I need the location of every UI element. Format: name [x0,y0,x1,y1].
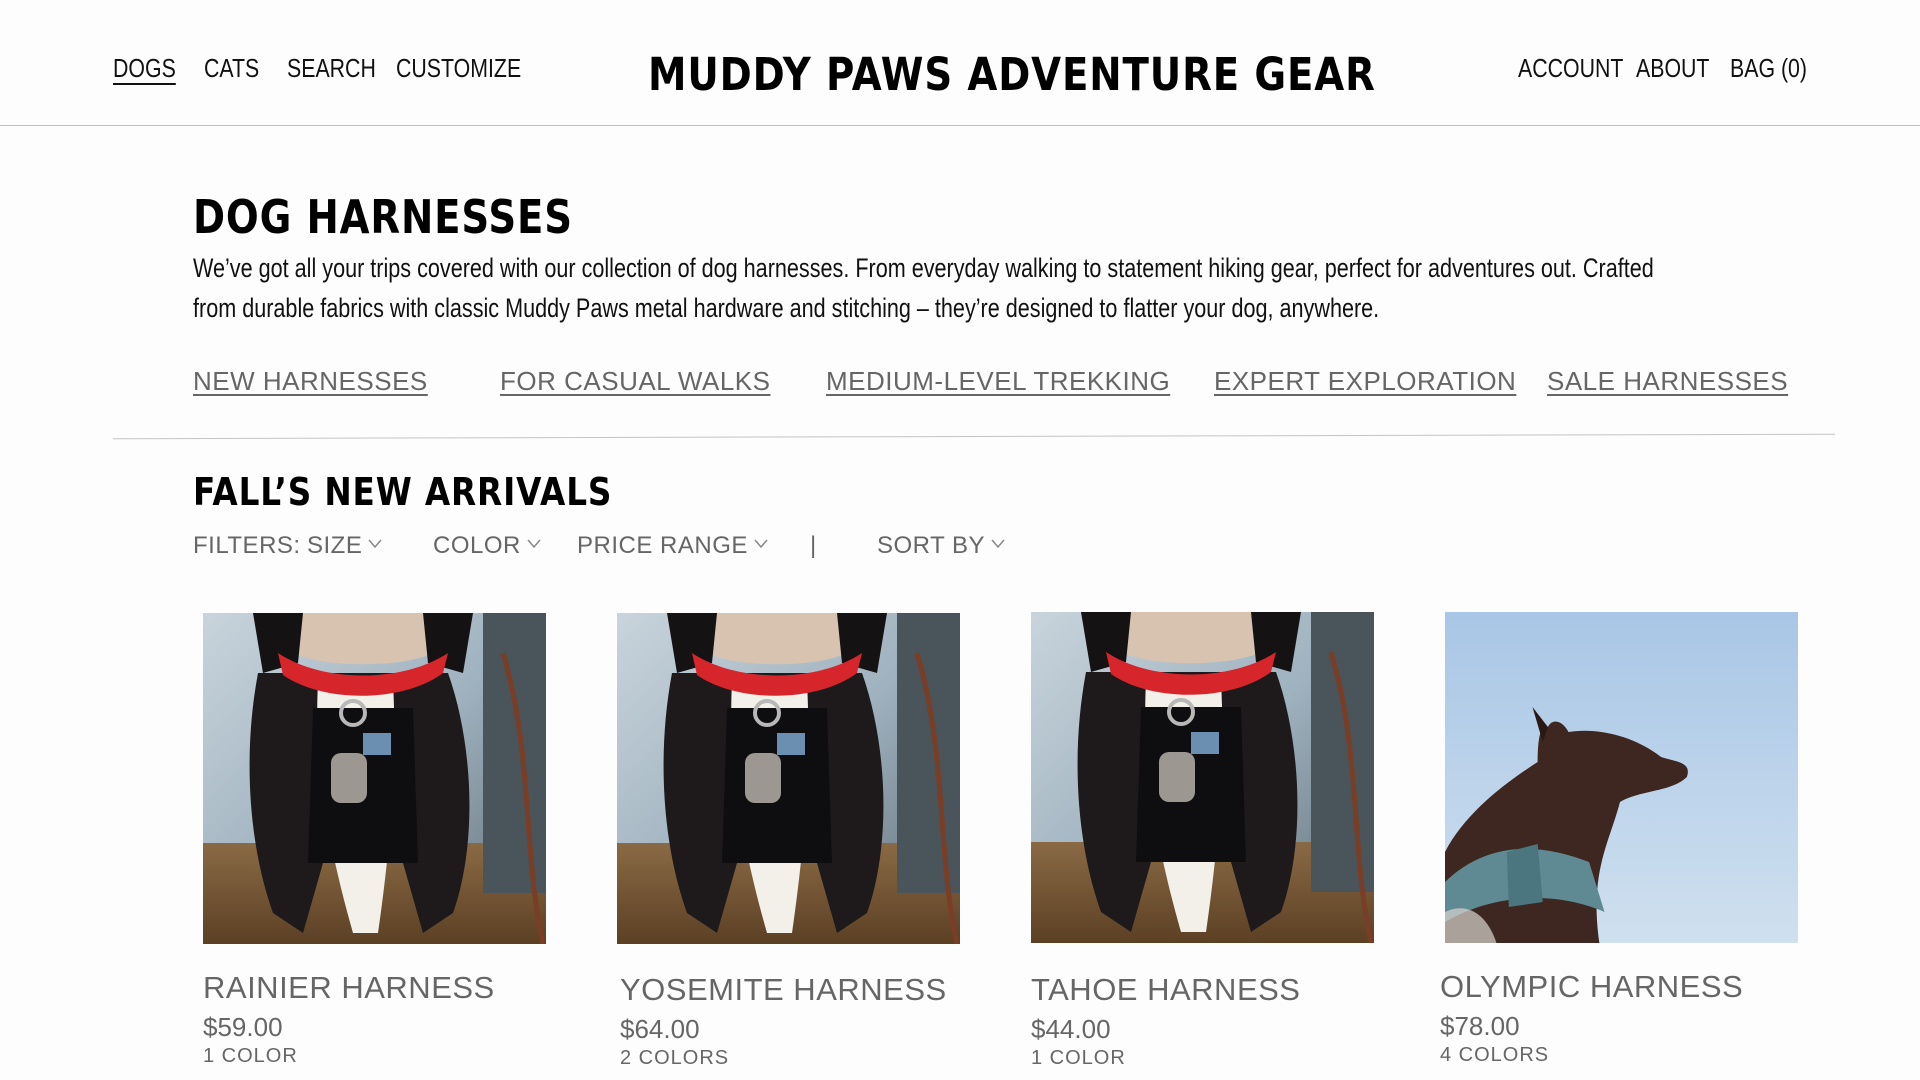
nav-cats[interactable]: CATS [204,53,259,84]
chevron-down-icon [368,539,382,548]
product-image[interactable] [203,613,546,944]
product-name[interactable]: OLYMPIC HARNESS [1440,969,1743,1005]
nav-dogs[interactable]: DOGS [113,53,176,84]
filter-color[interactable]: COLOR [433,532,541,560]
page-description: We’ve got all your trips covered with ou… [193,253,1654,323]
chevron-down-icon [527,539,541,548]
product-image[interactable] [617,613,960,944]
header-divider [0,125,1920,126]
filter-price-range[interactable]: PRICE RANGE [577,532,768,560]
category-medium-trekking[interactable]: MEDIUM-LEVEL TREKKING [826,366,1170,397]
filter-size[interactable]: SIZE [307,532,382,560]
section-title: FALL’S NEW ARRIVALS [193,470,613,514]
chevron-down-icon [754,539,768,548]
filter-color-label: COLOR [433,532,521,559]
brand-logo[interactable]: MUDDY PAWS ADVENTURE GEAR [648,48,1376,101]
product-price: $64.00 [620,1014,700,1044]
category-casual-walks[interactable]: FOR CASUAL WALKS [500,366,770,397]
product-name[interactable]: YOSEMITE HARNESS [620,972,947,1008]
nav-about[interactable]: ABOUT [1636,53,1709,84]
category-new-harnesses[interactable]: NEW HARNESSES [193,366,428,397]
product-color-count: 4 COLORS [1440,1044,1550,1066]
product-color-count: 1 COLOR [1031,1047,1126,1069]
sort-by-label: SORT BY [877,532,985,559]
page-title: DOG HARNESSES [193,190,573,244]
product-price: $59.00 [203,1012,283,1042]
product-color-count: 2 COLORS [620,1047,730,1069]
filters-label: FILTERS: [193,532,301,559]
sort-by[interactable]: SORT BY [877,532,1005,560]
category-sale-harnesses[interactable]: SALE HARNESSES [1547,366,1788,397]
product-image[interactable] [1445,612,1798,943]
filter-price-label: PRICE RANGE [577,532,748,559]
nav-account[interactable]: ACCOUNT [1518,53,1623,84]
product-price: $78.00 [1440,1011,1520,1041]
product-price: $44.00 [1031,1014,1111,1044]
product-name[interactable]: TAHOE HARNESS [1031,972,1300,1008]
nav-bag[interactable]: BAG (0) [1730,53,1807,84]
nav-customize[interactable]: CUSTOMIZE [396,53,521,84]
product-image[interactable] [1031,612,1374,943]
product-color-count: 1 COLOR [203,1045,298,1067]
product-name[interactable]: RAINIER HARNESS [203,970,495,1006]
category-expert-exploration[interactable]: EXPERT EXPLORATION [1214,366,1516,397]
chevron-down-icon [991,539,1005,548]
filter-size-label: SIZE [307,532,363,559]
nav-search[interactable]: SEARCH [287,53,376,84]
filter-separator: | [810,532,817,559]
section-divider [113,433,1835,440]
